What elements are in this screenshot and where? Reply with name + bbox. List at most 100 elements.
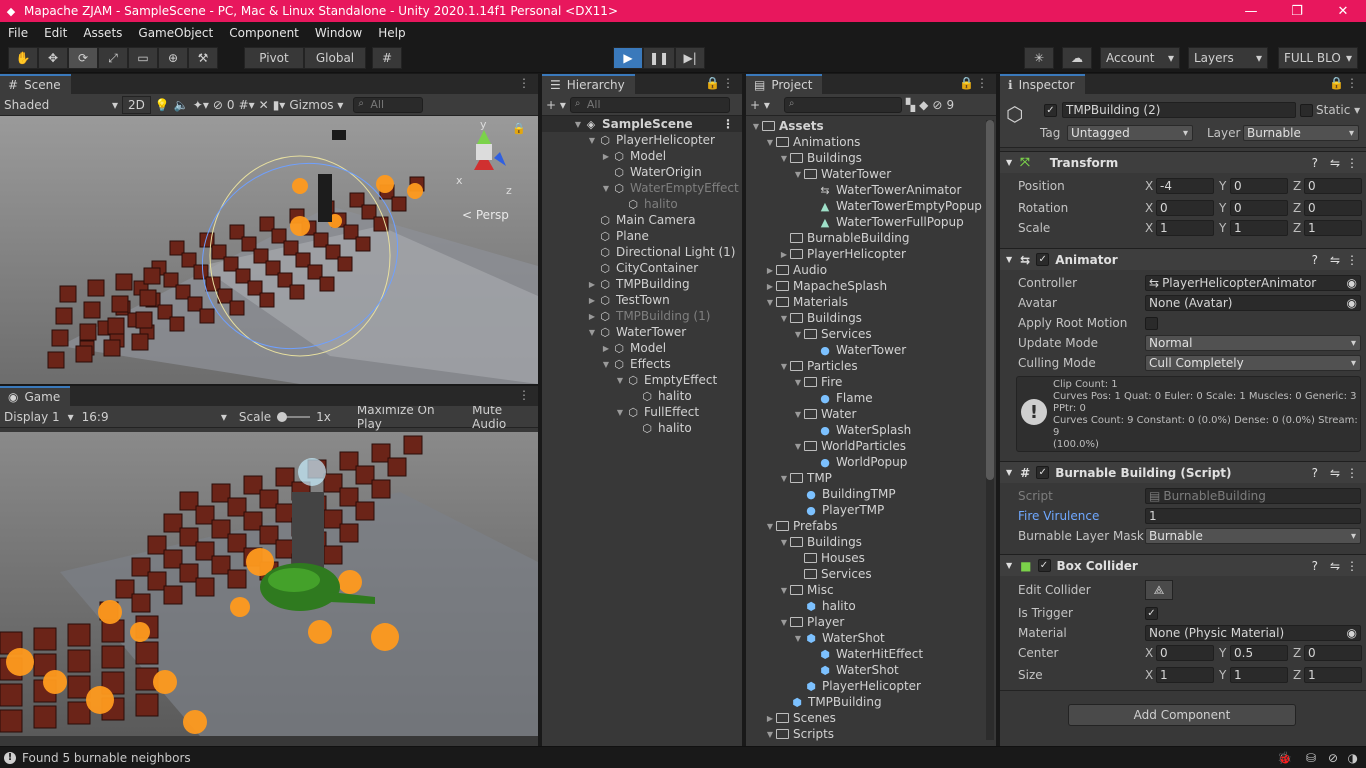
animator-enabled-checkbox[interactable]: ✓ bbox=[1036, 253, 1050, 266]
project-row[interactable]: ▼ Assets bbox=[746, 118, 986, 134]
expand-arrow-icon[interactable]: ▶ bbox=[764, 282, 776, 291]
menu-component[interactable]: Component bbox=[221, 26, 307, 40]
camera-icon[interactable]: ▮▾ bbox=[273, 98, 286, 112]
hierarchy-row[interactable]: ▼ ⬡ WaterTower bbox=[542, 324, 742, 340]
rect-tool-icon[interactable]: ▭ bbox=[128, 47, 158, 69]
global-toggle[interactable]: Global bbox=[304, 47, 366, 69]
animator-header[interactable]: ▼ ⇆ ✓ Animator ? ⇋ ⋮ bbox=[1000, 248, 1366, 270]
script-enabled-checkbox[interactable]: ✓ bbox=[1036, 466, 1050, 479]
inspector-menu-icon[interactable]: ⋮ bbox=[1346, 76, 1358, 90]
project-row[interactable]: ▼ WaterTower bbox=[746, 166, 986, 182]
custom-tool-icon[interactable]: ⚒ bbox=[188, 47, 218, 69]
cache-icon[interactable]: ⛁ bbox=[1306, 751, 1316, 765]
inspector-lock-icon[interactable]: 🔒 bbox=[1329, 76, 1344, 90]
shading-dropdown[interactable]: Shaded ▾ bbox=[4, 98, 118, 112]
hierarchy-row[interactable]: ▶ ⬡ TMPBuilding (1) bbox=[542, 308, 742, 324]
expand-arrow-icon[interactable]: ▼ bbox=[600, 360, 612, 369]
expand-arrow-icon[interactable]: ▼ bbox=[764, 298, 776, 307]
scale-z-field[interactable]: 1 bbox=[1304, 220, 1362, 236]
help-icon[interactable]: ? bbox=[1312, 156, 1318, 170]
move-tool-icon[interactable]: ✥ bbox=[38, 47, 68, 69]
static-dropdown[interactable]: Static ▾ bbox=[1316, 103, 1360, 117]
audio-icon[interactable]: 🔈 bbox=[174, 98, 189, 112]
project-lock-icon[interactable]: 🔒 bbox=[959, 76, 974, 90]
account-dropdown[interactable]: Account ▾ bbox=[1100, 47, 1180, 69]
hierarchy-row[interactable]: ▼ ⬡ Effects bbox=[542, 356, 742, 372]
expand-arrow-icon[interactable]: ▼ bbox=[778, 538, 790, 547]
tab-scene[interactable]: # Scene bbox=[0, 74, 71, 94]
scale-slider[interactable] bbox=[277, 411, 311, 422]
project-row[interactable]: ▼ TMP bbox=[746, 470, 986, 486]
menu-help[interactable]: Help bbox=[370, 26, 413, 40]
project-row[interactable]: ▼ Particles bbox=[746, 358, 986, 374]
expand-arrow-icon[interactable]: ▶ bbox=[586, 280, 598, 289]
tab-game[interactable]: ◉ Game bbox=[0, 386, 71, 406]
size-x-field[interactable]: 1 bbox=[1156, 667, 1214, 683]
avatar-field[interactable]: None (Avatar) ◉ bbox=[1145, 295, 1361, 311]
cloud-icon[interactable]: ☁ bbox=[1062, 47, 1092, 69]
position-z-field[interactable]: 0 bbox=[1304, 178, 1362, 194]
is-trigger-checkbox[interactable]: ✓ bbox=[1145, 606, 1158, 620]
minimize-icon[interactable]: — bbox=[1228, 0, 1274, 22]
step-button[interactable]: ▶| bbox=[675, 47, 706, 69]
hierarchy-search-input[interactable]: ⌕ All bbox=[569, 96, 730, 113]
hierarchy-row[interactable]: ⬡ halito bbox=[542, 420, 742, 436]
expand-arrow-icon[interactable]: ▶ bbox=[764, 266, 776, 275]
expand-arrow-icon[interactable]: ▼ bbox=[586, 136, 598, 145]
add-component-button[interactable]: Add Component bbox=[1068, 704, 1296, 726]
project-scrollbar-thumb[interactable] bbox=[986, 120, 994, 480]
hierarchy-row[interactable]: ⬡ WaterOrigin bbox=[542, 164, 742, 180]
expand-arrow-icon[interactable]: ▼ bbox=[614, 408, 626, 417]
pause-button[interactable]: ❚❚ bbox=[643, 47, 676, 69]
controller-field[interactable]: ⇆ PlayerHelicopterAnimator ◉ bbox=[1145, 275, 1361, 291]
presets-icon[interactable]: ⇋ bbox=[1330, 466, 1340, 480]
filter-type-icon[interactable]: ▚ bbox=[906, 98, 915, 112]
hierarchy-add-button[interactable]: + ▾ bbox=[546, 98, 566, 112]
size-z-field[interactable]: 1 bbox=[1304, 667, 1362, 683]
transform-tool-icon[interactable]: ⊕ bbox=[158, 47, 188, 69]
lock-icon[interactable]: 🔒 bbox=[512, 122, 526, 135]
project-row[interactable]: ▼ Water bbox=[746, 406, 986, 422]
grid-snap-icon[interactable]: # bbox=[372, 47, 402, 69]
gizmos-dropdown[interactable]: Gizmos ▾ bbox=[289, 98, 343, 112]
play-button[interactable]: ▶ bbox=[613, 47, 643, 69]
tab-inspector[interactable]: ℹ Inspector bbox=[1000, 74, 1085, 94]
center-y-field[interactable]: 0.5 bbox=[1230, 645, 1288, 661]
project-row[interactable]: ▼ Materials bbox=[746, 294, 986, 310]
expand-arrow-icon[interactable]: ▼ bbox=[778, 154, 790, 163]
expand-arrow-icon[interactable]: ▼ bbox=[792, 170, 804, 179]
component-menu-icon[interactable]: ⋮ bbox=[1346, 253, 1358, 267]
expand-arrow-icon[interactable]: ▶ bbox=[600, 152, 612, 161]
project-row[interactable]: ▼ WorldParticles bbox=[746, 438, 986, 454]
box-collider-header[interactable]: ▼ ■ ✓ Box Collider ? ⇋ ⋮ bbox=[1000, 554, 1366, 576]
expand-arrow-icon[interactable]: ▶ bbox=[586, 312, 598, 321]
project-row[interactable]: ● BuildingTMP bbox=[746, 486, 986, 502]
project-row[interactable]: ▼ Scripts bbox=[746, 726, 986, 742]
active-checkbox[interactable]: ✓ bbox=[1044, 104, 1057, 117]
object-picker-icon[interactable]: ◉ bbox=[1347, 296, 1357, 310]
hand-tool-icon[interactable]: ✋ bbox=[8, 47, 38, 69]
project-row[interactable]: ● PlayerTMP bbox=[746, 502, 986, 518]
component-menu-icon[interactable]: ⋮ bbox=[1346, 466, 1358, 480]
project-row[interactable]: ● WaterSplash bbox=[746, 422, 986, 438]
hierarchy-row[interactable]: ▶ ⬡ TestTown bbox=[542, 292, 742, 308]
scene-search-input[interactable]: ⌕ All bbox=[353, 96, 424, 113]
project-row[interactable]: ⇆ WaterTowerAnimator bbox=[746, 182, 986, 198]
tab-project[interactable]: ▤ Project bbox=[746, 74, 823, 94]
menu-window[interactable]: Window bbox=[307, 26, 370, 40]
expand-arrow-icon[interactable]: ▶ bbox=[764, 714, 776, 723]
project-row[interactable]: ⬢ TMPBuilding bbox=[746, 694, 986, 710]
persp-label[interactable]: < Persp bbox=[462, 208, 509, 222]
debug-icon[interactable]: 🐞 bbox=[1277, 751, 1292, 765]
rotation-z-field[interactable]: 0 bbox=[1304, 200, 1362, 216]
expand-arrow-icon[interactable]: ▼ bbox=[600, 184, 612, 193]
component-menu-icon[interactable]: ⋮ bbox=[1346, 156, 1358, 170]
expand-arrow-icon[interactable]: ▼ bbox=[778, 362, 790, 371]
object-picker-icon[interactable]: ◉ bbox=[1347, 626, 1357, 640]
expand-arrow-icon[interactable]: ▼ bbox=[778, 314, 790, 323]
component-menu-icon[interactable]: ⋮ bbox=[1346, 559, 1358, 573]
project-menu-icon[interactable]: ⋮ bbox=[976, 76, 988, 90]
light-bake-icon[interactable]: ⊘ bbox=[1328, 751, 1338, 765]
help-icon[interactable]: ? bbox=[1312, 253, 1318, 267]
center-x-field[interactable]: 0 bbox=[1156, 645, 1214, 661]
